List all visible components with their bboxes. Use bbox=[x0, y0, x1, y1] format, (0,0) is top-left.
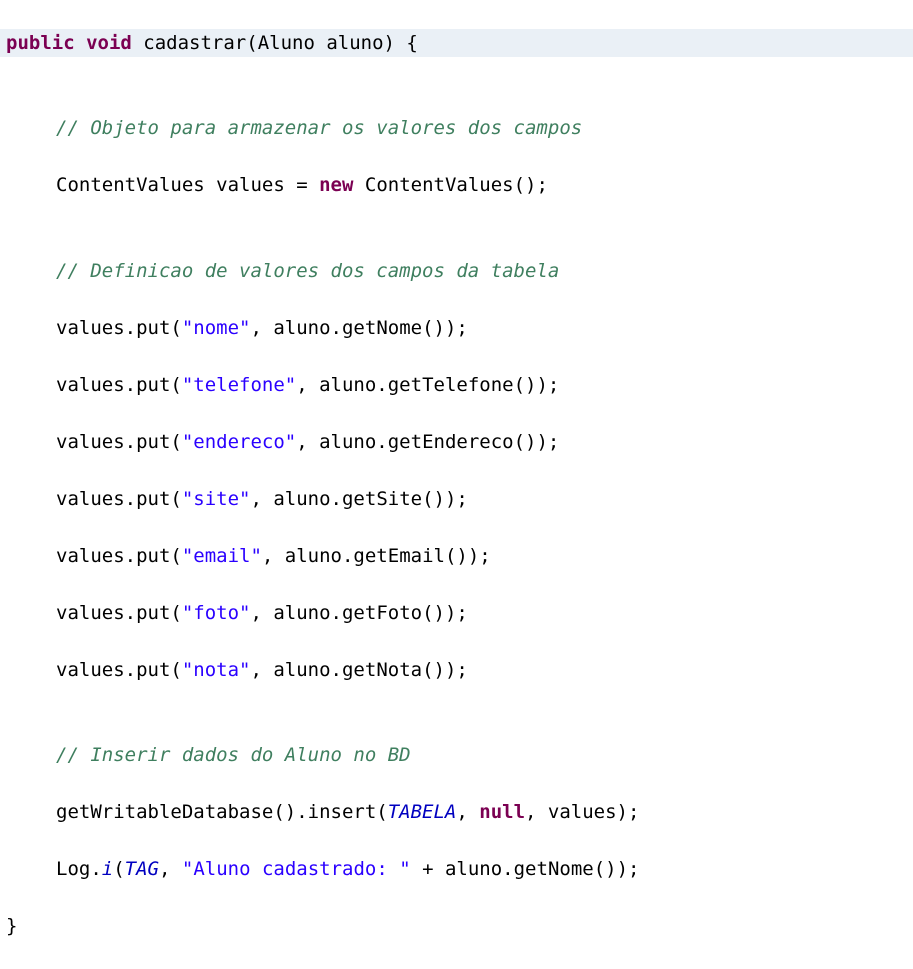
code-text: values.put( bbox=[56, 431, 182, 453]
string-literal: "Aluno cadastrado: " bbox=[182, 858, 411, 880]
code-line-9: values.put("endereco", aluno.getEndereco… bbox=[0, 428, 913, 457]
code-text: , bbox=[159, 858, 182, 880]
code-text: , aluno.getNota()); bbox=[250, 659, 467, 681]
code-text: , aluno.getNome()); bbox=[250, 317, 467, 339]
code-line-17: Log.i(TAG, "Aluno cadastrado: " + aluno.… bbox=[0, 855, 913, 884]
code-line-7: values.put("nome", aluno.getNome()); bbox=[0, 314, 913, 343]
static-field: TAG bbox=[125, 858, 159, 880]
method-signature: cadastrar(Aluno aluno) { bbox=[132, 32, 418, 54]
code-text: getWritableDatabase().insert( bbox=[56, 801, 388, 823]
comment: // Objeto para armazenar os valores dos … bbox=[56, 117, 582, 139]
keyword-null: null bbox=[479, 801, 525, 823]
keyword-new: new bbox=[319, 174, 353, 196]
code-text: , aluno.getSite()); bbox=[250, 488, 467, 510]
code-text: values.put( bbox=[56, 374, 182, 396]
code-text: ContentValues(); bbox=[353, 174, 547, 196]
code-text: Log. bbox=[56, 858, 102, 880]
code-text: , values); bbox=[525, 801, 639, 823]
string-literal: "nota" bbox=[182, 659, 251, 681]
code-line-16: getWritableDatabase().insert(TABELA, nul… bbox=[0, 798, 913, 827]
code-line-4: ContentValues values = new ContentValues… bbox=[0, 171, 913, 200]
code-text: values.put( bbox=[56, 488, 182, 510]
static-field: TABELA bbox=[388, 801, 457, 823]
keyword-public: public bbox=[6, 32, 75, 54]
code-text: values.put( bbox=[56, 659, 182, 681]
code-text: , aluno.getFoto()); bbox=[250, 602, 467, 624]
closing-brace: } bbox=[6, 915, 17, 937]
comment: // Inserir dados do Aluno no BD bbox=[56, 744, 411, 766]
code-line-15: // Inserir dados do Aluno no BD bbox=[0, 741, 913, 770]
code-line-8: values.put("telefone", aluno.getTelefone… bbox=[0, 371, 913, 400]
code-text: , bbox=[456, 801, 479, 823]
code-text: values.put( bbox=[56, 602, 182, 624]
keyword-void: void bbox=[86, 32, 132, 54]
code-line-18: } bbox=[0, 912, 913, 941]
static-method: i bbox=[102, 858, 113, 880]
comment: // Definicao de valores dos campos da ta… bbox=[56, 260, 559, 282]
code-text: ( bbox=[113, 858, 124, 880]
code-line-6: // Definicao de valores dos campos da ta… bbox=[0, 257, 913, 286]
code-text: , aluno.getEmail()); bbox=[262, 545, 491, 567]
code-line-3: // Objeto para armazenar os valores dos … bbox=[0, 114, 913, 143]
string-literal: "telefone" bbox=[182, 374, 296, 396]
code-text: values.put( bbox=[56, 545, 182, 567]
code-line-10: values.put("site", aluno.getSite()); bbox=[0, 485, 913, 514]
code-text: , aluno.getTelefone()); bbox=[296, 374, 559, 396]
code-line-1: public void cadastrar(Aluno aluno) { bbox=[0, 29, 913, 58]
string-literal: "site" bbox=[182, 488, 251, 510]
code-line-11: values.put("email", aluno.getEmail()); bbox=[0, 542, 913, 571]
code-line-13: values.put("nota", aluno.getNota()); bbox=[0, 656, 913, 685]
code-text: ContentValues values = bbox=[56, 174, 319, 196]
string-literal: "email" bbox=[182, 545, 262, 567]
string-literal: "nome" bbox=[182, 317, 251, 339]
code-block: public void cadastrar(Aluno aluno) { // … bbox=[0, 0, 913, 969]
string-literal: "endereco" bbox=[182, 431, 296, 453]
code-line-12: values.put("foto", aluno.getFoto()); bbox=[0, 599, 913, 628]
code-text: , aluno.getEndereco()); bbox=[296, 431, 559, 453]
code-text: + aluno.getNome()); bbox=[411, 858, 640, 880]
code-text: values.put( bbox=[56, 317, 182, 339]
string-literal: "foto" bbox=[182, 602, 251, 624]
